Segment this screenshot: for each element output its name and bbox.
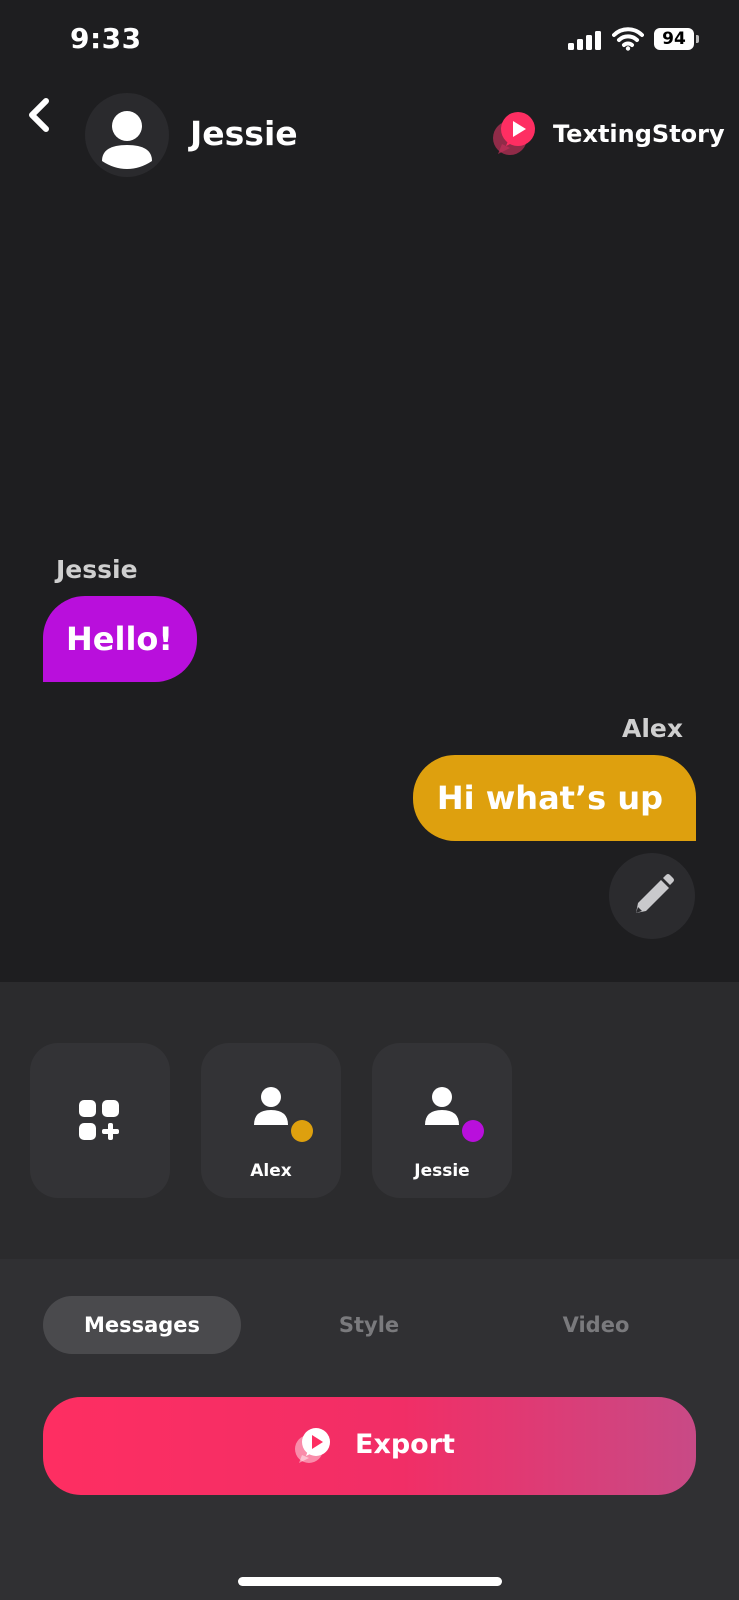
pencil-icon xyxy=(636,874,674,913)
contact-name: Jessie xyxy=(190,114,298,153)
brand-name: TextingStory xyxy=(553,120,725,148)
person-icon xyxy=(425,1087,486,1144)
edit-button[interactable] xyxy=(609,853,695,939)
participant-name: Alex xyxy=(250,1161,292,1181)
message-sender: Jessie xyxy=(56,555,138,584)
participant-name: Jessie xyxy=(414,1161,470,1181)
participant-alex[interactable]: Alex xyxy=(201,1043,341,1198)
battery-tip xyxy=(696,35,699,43)
message-bubble[interactable]: Hello! xyxy=(43,596,197,682)
export-label: Export xyxy=(355,1429,455,1460)
battery-icon: 94 xyxy=(654,28,694,50)
contact-avatar[interactable] xyxy=(85,93,169,177)
tab-style[interactable]: Style xyxy=(270,1296,468,1354)
add-widgets-icon xyxy=(79,1100,119,1140)
wifi-icon xyxy=(612,27,644,51)
participant-jessie[interactable]: Jessie xyxy=(372,1043,512,1198)
tab-video[interactable]: Video xyxy=(497,1296,695,1354)
export-logo-icon xyxy=(295,1428,330,1463)
home-indicator xyxy=(238,1577,502,1586)
export-button[interactable]: Export xyxy=(43,1397,696,1495)
participant-color-dot xyxy=(462,1120,484,1142)
tab-messages[interactable]: Messages xyxy=(43,1296,241,1354)
brand-logo-icon xyxy=(493,112,535,155)
message-sender: Alex xyxy=(622,714,683,743)
add-participant-button[interactable] xyxy=(30,1043,170,1198)
person-icon xyxy=(254,1087,315,1144)
back-icon[interactable] xyxy=(22,95,58,139)
user-avatar-icon xyxy=(102,111,152,169)
signal-icon xyxy=(568,31,601,50)
message-text: Hello! xyxy=(66,620,173,658)
message-text: Hi what’s up xyxy=(436,779,663,817)
participant-color-dot xyxy=(291,1120,313,1142)
message-bubble[interactable]: Hi what’s up xyxy=(412,755,696,841)
status-time: 9:33 xyxy=(70,22,142,55)
